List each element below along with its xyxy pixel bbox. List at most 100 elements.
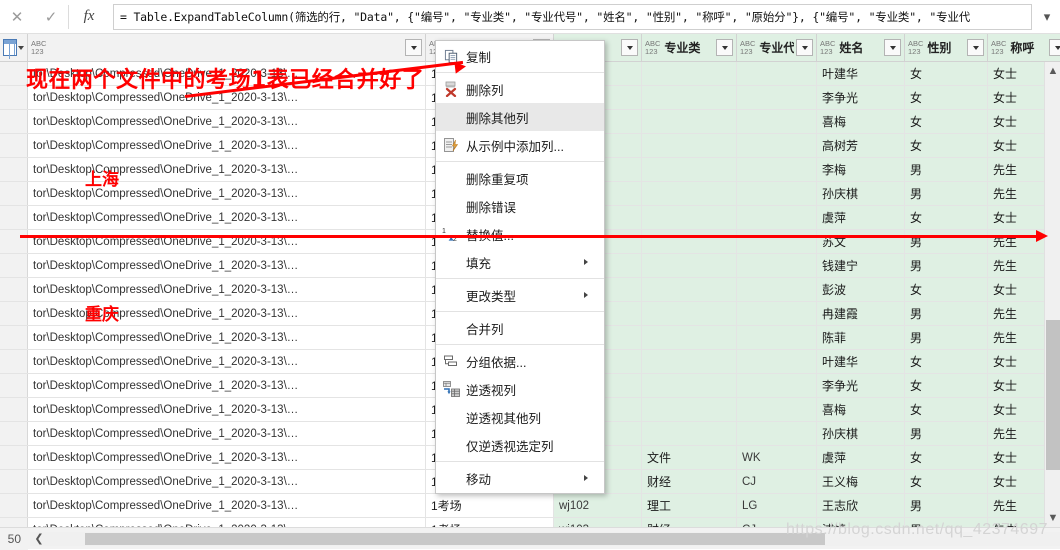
menu-item-10[interactable]: 分组依据...	[436, 347, 604, 375]
cell-xingbie[interactable]: 女	[905, 110, 988, 133]
vertical-scrollbar-thumb[interactable]	[1046, 320, 1060, 470]
table-row[interactable]: tor\Desktop\Compressed\OneDrive_1_2020-3…	[0, 494, 1060, 518]
menu-item-11[interactable]: 逆透视列	[436, 375, 604, 403]
column-header-zhuanyedaihao[interactable]: ABC123专业代…	[737, 34, 817, 61]
cell-zhuanyelei[interactable]	[642, 254, 737, 277]
menu-item-13[interactable]: 仅逆透视选定列	[436, 431, 604, 459]
cell-zhuanyedaihao[interactable]	[737, 230, 817, 253]
cell-rownum[interactable]	[0, 446, 28, 469]
cell-path[interactable]: tor\Desktop\Compressed\OneDrive_1_2020-3…	[28, 206, 426, 229]
cell-rownum[interactable]	[0, 350, 28, 373]
cell-zhuanyelei[interactable]	[642, 62, 737, 85]
cell-rownum[interactable]	[0, 230, 28, 253]
menu-item-1[interactable]: 删除列	[436, 75, 604, 103]
cell-xingbie[interactable]: 男	[905, 494, 988, 517]
cell-rownum[interactable]	[0, 326, 28, 349]
cell-rownum[interactable]	[0, 518, 28, 527]
cell-path[interactable]: tor\Desktop\Compressed\OneDrive_1_2020-3…	[28, 470, 426, 493]
cell-bianhao[interactable]: wj102	[554, 494, 642, 517]
cell-xingbie[interactable]: 女	[905, 206, 988, 229]
cell-xingbie[interactable]: 女	[905, 470, 988, 493]
cell-bianhao[interactable]: wj103	[554, 518, 642, 527]
cell-rownum[interactable]	[0, 302, 28, 325]
cell-xingming[interactable]: 浦靖	[817, 518, 905, 527]
cell-zhuanyedaihao[interactable]	[737, 374, 817, 397]
cell-zhuanyelei[interactable]	[642, 302, 737, 325]
cell-xingbie[interactable]: 女	[905, 134, 988, 157]
cell-xingming[interactable]: 王志欣	[817, 494, 905, 517]
cell-xingming[interactable]: 喜梅	[817, 110, 905, 133]
menu-item-8[interactable]: 更改类型	[436, 281, 604, 309]
cell-xingbie[interactable]: 女	[905, 278, 988, 301]
cell-xingming[interactable]: 钱建宁	[817, 254, 905, 277]
cell-path[interactable]: tor\Desktop\Compressed\OneDrive_1_2020-3…	[28, 302, 426, 325]
chevron-down-icon[interactable]: ▼	[1045, 509, 1060, 527]
cell-path[interactable]: tor\Desktop\Compressed\OneDrive_1_2020-3…	[28, 446, 426, 469]
cell-zhuanyelei[interactable]	[642, 398, 737, 421]
cell-zhuanyedaihao[interactable]	[737, 86, 817, 109]
cell-xingming[interactable]: 陈菲	[817, 326, 905, 349]
cell-zhuanyedaihao[interactable]: WK	[737, 446, 817, 469]
cell-rownum[interactable]	[0, 86, 28, 109]
cell-rownum[interactable]	[0, 206, 28, 229]
menu-item-14[interactable]: 移动	[436, 464, 604, 492]
cell-rownum[interactable]	[0, 182, 28, 205]
cell-xingming[interactable]: 孙庆棋	[817, 422, 905, 445]
cell-zhuanyelei[interactable]: 理工	[642, 494, 737, 517]
column-header-rownum[interactable]	[0, 34, 28, 61]
cell-zhuanyedaihao[interactable]	[737, 398, 817, 421]
cell-xingming[interactable]: 彭波	[817, 278, 905, 301]
cell-xingming[interactable]: 叶建华	[817, 62, 905, 85]
cell-zhuanyedaihao[interactable]	[737, 206, 817, 229]
cell-zhuanyedaihao[interactable]	[737, 302, 817, 325]
cell-xingbie[interactable]: 女	[905, 374, 988, 397]
cell-zhuanyedaihao[interactable]: LG	[737, 494, 817, 517]
cell-path[interactable]: tor\Desktop\Compressed\OneDrive_1_2020-3…	[28, 422, 426, 445]
cell-rownum[interactable]	[0, 62, 28, 85]
cell-zhuanyelei[interactable]: 财经	[642, 518, 737, 527]
cell-zhuanyedaihao[interactable]	[737, 254, 817, 277]
cell-rownum[interactable]	[0, 254, 28, 277]
column-filter-dropdown-icon[interactable]	[967, 39, 984, 56]
cell-xingbie[interactable]: 男	[905, 326, 988, 349]
cell-zhuanyelei[interactable]: 文件	[642, 446, 737, 469]
column-header-path[interactable]: ABC 123	[28, 34, 426, 61]
cell-xingming[interactable]: 王义梅	[817, 470, 905, 493]
chevron-down-icon[interactable]	[18, 45, 24, 50]
context-menu[interactable]: 复制删除列删除其他列从示例中添加列...删除重复项删除错误12替换值...填充更…	[435, 40, 605, 494]
cell-xingbie[interactable]: 男	[905, 518, 988, 527]
cell-zhuanyelei[interactable]	[642, 374, 737, 397]
cell-xingming[interactable]: 李争光	[817, 86, 905, 109]
cell-zhuanyedaihao[interactable]	[737, 326, 817, 349]
cell-zhuanyedaihao[interactable]: CJ	[737, 470, 817, 493]
cell-xingming[interactable]: 虞萍	[817, 206, 905, 229]
chevron-down-icon[interactable]: ▾	[1034, 2, 1060, 32]
cell-zhuanyedaihao[interactable]	[737, 278, 817, 301]
column-header-xingming[interactable]: ABC 123 姓名	[817, 34, 905, 61]
cell-xingbie[interactable]: 女	[905, 62, 988, 85]
check-icon[interactable]: ✓	[34, 4, 68, 30]
horizontal-scrollbar[interactable]: ❮	[30, 531, 1060, 546]
menu-item-9[interactable]: 合并列	[436, 314, 604, 342]
cell-xingming[interactable]: 李梅	[817, 158, 905, 181]
column-header-zhuanyelei[interactable]: ABC 123 专业类	[642, 34, 737, 61]
cell-rownum[interactable]	[0, 422, 28, 445]
cell-xingbie[interactable]: 男	[905, 254, 988, 277]
cell-zhuanyelei[interactable]	[642, 206, 737, 229]
cell-path[interactable]: tor\Desktop\Compressed\OneDrive_1_2020-3…	[28, 158, 426, 181]
cell-xingming[interactable]: 喜梅	[817, 398, 905, 421]
cell-zhuanyedaihao[interactable]	[737, 62, 817, 85]
cell-path[interactable]: tor\Desktop\Compressed\OneDrive_1_2020-3…	[28, 374, 426, 397]
column-filter-dropdown-icon[interactable]	[1049, 39, 1060, 56]
cell-xingming[interactable]: 孙庆棋	[817, 182, 905, 205]
cell-path[interactable]: tor\Desktop\Compressed\OneDrive_1_2020-3…	[28, 350, 426, 373]
cell-path[interactable]: tor\Desktop\Compressed\OneDrive_1_2020-3…	[28, 110, 426, 133]
menu-item-4[interactable]: 删除重复项	[436, 164, 604, 192]
cell-xingbie[interactable]: 男	[905, 422, 988, 445]
cell-zhuanyelei[interactable]	[642, 158, 737, 181]
cell-path[interactable]: tor\Desktop\Compressed\OneDrive_1_2020-3…	[28, 230, 426, 253]
close-icon[interactable]: ✕	[0, 4, 34, 30]
cell-path[interactable]: tor\Desktop\Compressed\OneDrive_1_2020-3…	[28, 278, 426, 301]
column-filter-dropdown-icon[interactable]	[405, 39, 422, 56]
cell-zhuanyelei[interactable]	[642, 278, 737, 301]
